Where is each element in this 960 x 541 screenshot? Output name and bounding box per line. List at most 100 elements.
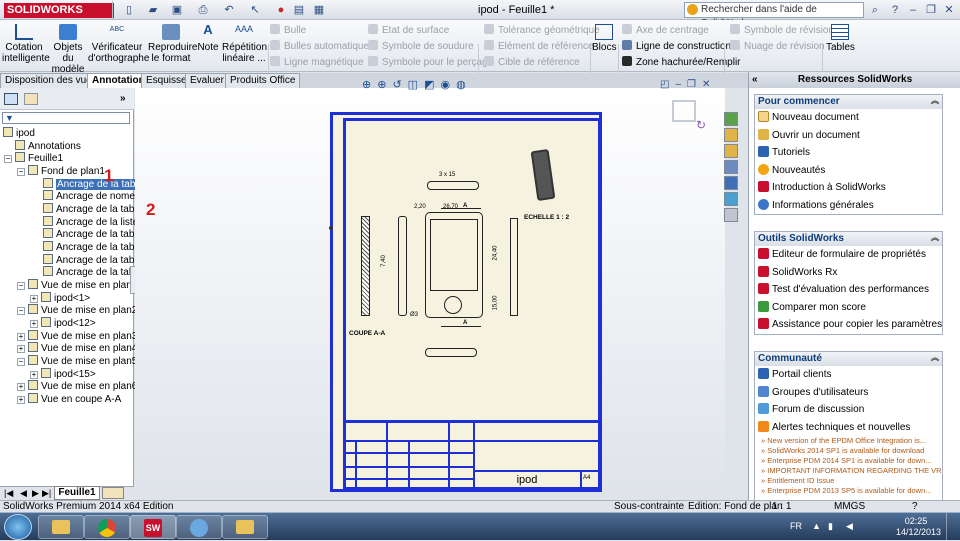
last-sheet-icon[interactable]: ▶| [42,488,51,499]
tree-item-ipod[interactable]: ipod [3,127,35,139]
tree-item-fond-de-plan[interactable]: − Fond de plan1 [17,165,105,177]
start-button[interactable] [4,514,32,540]
minimize-icon[interactable]: – [906,3,920,17]
search-icon[interactable]: ⌕ [868,3,882,17]
tree-item-view-2[interactable]: − Vue de mise en plan2 [17,304,137,316]
clock[interactable]: 02:25 14/12/2013 [896,516,941,538]
tree-item-view-1[interactable]: − Vue de mise en plan1 [17,279,137,291]
tree-item-section-view[interactable]: + Vue en coupe A-A [17,393,121,405]
status-scale[interactable]: 1 : 1 [772,501,791,512]
solidworks-forum-icon[interactable] [724,208,738,222]
undo-icon[interactable]: ↶ [222,3,236,17]
appearance-icon[interactable]: ◍ [456,79,472,91]
status-units[interactable]: MMGS [834,501,865,512]
surface-finish-button[interactable]: Etat de surface [368,24,449,38]
revision-cloud-button[interactable]: Nuage de révision [730,40,825,54]
view-toolbar[interactable]: ⊕⊕↺◫◩◉◍ [362,78,512,92]
section-view[interactable] [361,216,370,316]
format-painter-button[interactable]: Reproduire le format [148,24,197,64]
view-palette-icon[interactable] [724,160,738,174]
news-item[interactable]: » New version of the EPDM Office Integra… [755,436,942,446]
taskbar-folder[interactable] [222,515,268,539]
volume-icon[interactable]: ◀ [846,521,853,532]
tree-item-anchor-table-4[interactable]: Ancrage de la table [43,241,142,253]
news-item[interactable]: » IMPORTANT INFORMATION REGARDING THE VR… [755,466,942,476]
tree-item-view-4[interactable]: + Vue de mise en plan4 [17,342,137,354]
top-view[interactable] [427,181,479,190]
tab-evaluer[interactable]: Evaluer [185,73,229,88]
save-icon[interactable]: ▣ [170,3,184,17]
collapse-section-icon[interactable]: ︽ [931,234,939,242]
property-manager-icon[interactable] [24,93,38,105]
tab-produits-office[interactable]: Produits Office [225,73,301,88]
show-desktop-button[interactable] [946,513,960,541]
design-library-icon[interactable] [724,128,738,142]
tree-item-ipod-12[interactable]: + ipod<12> [30,317,96,329]
link-groupes-utilisateurs[interactable]: Groupes d'utilisateurs [755,384,942,402]
file-explorer-icon[interactable] [724,144,738,158]
hide-show-icon[interactable]: ◉ [440,79,456,91]
tree-item-anchor-table-2[interactable]: Ancrage de la table [43,203,142,215]
appearances-icon[interactable] [724,176,738,190]
weld-symbol-button[interactable]: Symbole de soudure [368,40,474,54]
tree-item-anchor-table-1[interactable]: Ancrage de la table [43,178,145,190]
window-controls[interactable]: ◰–❐✕ [660,79,720,91]
news-item[interactable]: » SolidWorks 2014 SP1 is available for d… [755,446,942,456]
tree-item-anchor-table-5[interactable]: Ancrage de la table [43,254,142,266]
link-forum[interactable]: Forum de discussion [755,401,942,419]
zoom-fit-icon[interactable]: ⊕ [362,79,377,91]
next-sheet-icon[interactable]: ▶ [32,488,39,499]
close-icon[interactable]: ✕ [942,3,956,17]
section-view-icon[interactable]: ◫ [408,79,424,91]
sheet-tab-feuille1[interactable]: Feuille1 [54,486,100,500]
link-introduction[interactable]: Introduction à SolidWorks [755,179,942,197]
tree-item-anchor-list[interactable]: Ancrage de la liste d [43,216,147,228]
first-sheet-icon[interactable]: |◀ [4,488,13,499]
linear-pattern-button[interactable]: AAA Répétition linéaire ... [222,24,267,64]
hatch-fill-button[interactable]: Zone hachurée/Remplir [622,56,741,70]
previous-view-icon[interactable]: ↺ [392,79,407,91]
news-item[interactable]: » Enterprise PDM 2014 SP1 is available f… [755,456,942,466]
tree-item-annotations[interactable]: Annotations [15,140,81,152]
help-icon[interactable]: ? [888,3,902,17]
note-button[interactable]: A Note [196,23,220,53]
bottom-view[interactable] [425,348,477,357]
news-item[interactable]: » Enterprise PDM 2013 SP5 is available f… [755,486,942,496]
model-items-button[interactable]: Objets du modèle [50,24,86,75]
tree-item-ipod-15[interactable]: + ipod<15> [30,368,96,380]
link-copier-parametres[interactable]: Assistance pour copier les paramètres [755,316,942,334]
link-informations[interactable]: Informations générales [755,197,942,215]
network-icon[interactable]: ▮ [828,521,833,532]
smart-dimension-button[interactable]: Cotation intelligente [2,24,50,64]
geometric-tolerance-button[interactable]: Tolérance géométrique [484,24,600,38]
collapse-pane-icon[interactable]: « [752,72,758,88]
resources-tab-icon[interactable] [724,112,738,126]
new-doc-icon[interactable]: ▯ [122,3,136,17]
spell-check-button[interactable]: ABC Vérificateur d'orthographe [88,24,149,64]
add-sheet-icon[interactable] [102,487,124,499]
magnetic-line-button[interactable]: Ligne magnétique [270,56,364,70]
link-ouvrir-document[interactable]: Ouvrir un document [755,127,942,145]
status-help[interactable]: ? [912,501,918,512]
link-test-performances[interactable]: Test d'évaluation des performances [755,281,942,299]
feature-manager-icon[interactable] [4,93,18,105]
link-tutoriels[interactable]: Tutoriels [755,144,942,162]
construction-line-button[interactable]: Ligne de construction [622,40,731,54]
tree-item-anchor-bom[interactable]: Ancrage de nomenc [43,190,146,202]
datum-target-button[interactable]: Cible de référence [484,56,580,70]
tab-esquisse[interactable]: Esquisse [141,73,192,88]
taskbar-paint[interactable] [176,515,222,539]
right-view[interactable] [510,218,518,316]
revision-symbol-button[interactable]: Symbole de révision [730,24,834,38]
prev-sheet-icon[interactable]: ◀ [20,488,27,499]
taskbar-chrome[interactable] [84,515,130,539]
options-icon[interactable]: ▦ [312,3,326,17]
side-view[interactable] [398,216,407,316]
link-nouveau-document[interactable]: Nouveau document [755,109,942,127]
tree-item-view-6[interactable]: + Vue de mise en plan6 [17,380,137,392]
tree-filter-input[interactable]: ▼ [2,112,130,124]
solidworks-logo[interactable]: SOLIDWORKS [4,3,114,18]
link-comparer-score[interactable]: Comparer mon score [755,299,942,317]
tree-item-view-5[interactable]: − Vue de mise en plan5 [17,355,137,367]
help-search-input[interactable]: Rechercher dans l'aide de SolidWorks [684,2,864,29]
